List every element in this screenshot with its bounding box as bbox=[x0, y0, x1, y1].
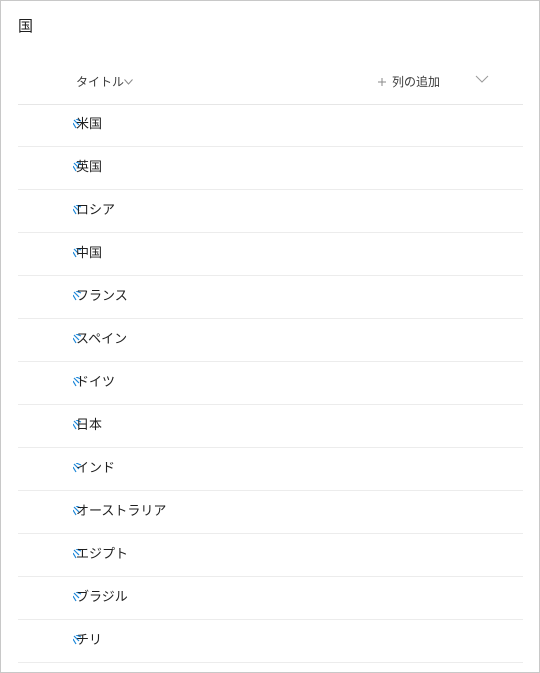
row-title-link[interactable]: インド bbox=[76, 460, 115, 478]
row-title-link[interactable]: 米国 bbox=[76, 116, 102, 134]
list-row[interactable]: ドイツ bbox=[18, 362, 523, 405]
list-row[interactable]: フランス bbox=[18, 276, 523, 319]
plus-icon bbox=[376, 76, 388, 88]
row-title-link[interactable]: 中国 bbox=[76, 245, 102, 263]
list-row[interactable]: インド bbox=[18, 448, 523, 491]
chevron-down-icon[interactable] bbox=[124, 79, 133, 85]
list-row[interactable]: チリ bbox=[18, 620, 523, 663]
row-title-link[interactable]: 日本 bbox=[76, 417, 102, 435]
row-title-link[interactable]: ドイツ bbox=[76, 374, 115, 392]
row-title-link[interactable]: エジプト bbox=[76, 546, 128, 564]
list-row[interactable]: 英国 bbox=[18, 147, 523, 190]
column-header-row: タイトル 列の追加 bbox=[18, 61, 523, 105]
add-column-button[interactable]: 列の追加 bbox=[376, 73, 440, 91]
list-rows: 米国 英国 ロシア 中国 フランス スペイン ドイツ 日本 インド オーストラリ… bbox=[18, 104, 523, 663]
title-column-header[interactable]: タイトル bbox=[76, 73, 133, 91]
list-row[interactable]: 米国 bbox=[18, 104, 523, 147]
chevron-down-icon[interactable] bbox=[475, 75, 489, 83]
row-title-link[interactable]: チリ bbox=[76, 632, 102, 650]
list-row[interactable]: 中国 bbox=[18, 233, 523, 276]
list-title: 国 bbox=[18, 17, 34, 35]
row-title-link[interactable]: ロシア bbox=[76, 202, 115, 220]
list-row[interactable]: 日本 bbox=[18, 405, 523, 448]
list-row[interactable]: オーストラリア bbox=[18, 491, 523, 534]
list-row[interactable]: ロシア bbox=[18, 190, 523, 233]
title-column-label: タイトル bbox=[76, 75, 125, 89]
add-column-label: 列の追加 bbox=[392, 75, 441, 89]
row-title-link[interactable]: 英国 bbox=[76, 159, 102, 177]
row-title-link[interactable]: ブラジル bbox=[76, 589, 128, 607]
row-title-link[interactable]: フランス bbox=[76, 288, 128, 306]
list-row[interactable]: ブラジル bbox=[18, 577, 523, 620]
row-title-link[interactable]: スペイン bbox=[76, 331, 127, 349]
list-row[interactable]: エジプト bbox=[18, 534, 523, 577]
row-title-link[interactable]: オーストラリア bbox=[76, 503, 166, 521]
list-row[interactable]: スペイン bbox=[18, 319, 523, 362]
list-view: 国 タイトル 列の追加 米国 英国 ロシア 中国 フランス スペイン ドイツ 日… bbox=[0, 0, 540, 673]
